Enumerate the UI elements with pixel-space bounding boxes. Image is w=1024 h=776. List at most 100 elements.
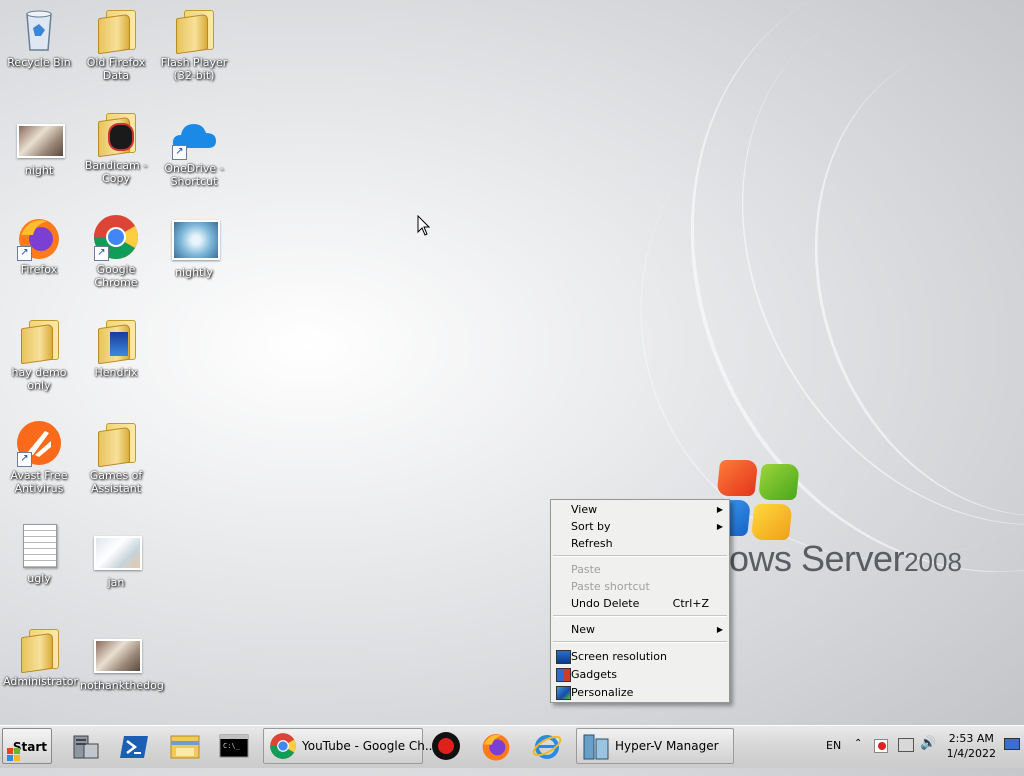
desktop-icon-administrator[interactable]: Administrator	[1, 625, 78, 688]
branding-text: ows Server	[729, 538, 905, 579]
desktop-icon-recycle-bin[interactable]: Recycle Bin	[1, 6, 77, 69]
desktop-icon-nightly[interactable]: nightly	[156, 216, 232, 279]
folder-icon	[92, 6, 140, 55]
desktop-icon-firefox[interactable]: ↗ Firefox	[1, 213, 77, 276]
taskbar-command-prompt[interactable]: C:\_	[218, 728, 254, 764]
desktop-icon-label: Old Firefox Data	[86, 56, 146, 82]
menu-item-label: Paste	[571, 563, 601, 576]
gadgets-icon	[556, 668, 571, 682]
submenu-arrow-icon: ▶	[716, 505, 723, 514]
powershell-icon	[120, 736, 148, 758]
menu-item-label: Sort by	[571, 520, 611, 533]
network-icon[interactable]	[898, 738, 914, 752]
chrome-icon	[270, 733, 296, 759]
desktop-icon-label: Avast Free Antivirus	[10, 469, 68, 495]
taskbar-recorder[interactable]	[430, 728, 466, 764]
desktop-icon-label: Administrator	[3, 675, 78, 688]
desktop-icon-hay-demo-only[interactable]: hay demo only	[1, 316, 77, 392]
menu-item-personalize[interactable]: Personalize	[553, 684, 727, 701]
desktop-icon-label: nothankthedog	[80, 679, 164, 692]
menu-item-label: Refresh	[571, 537, 613, 550]
clock-time: 2:53 AM	[948, 732, 994, 745]
desktop-icon-ugly[interactable]: ugly	[1, 522, 77, 585]
menu-item-view[interactable]: View ▶	[553, 501, 727, 518]
desktop-icon-nothankthedog[interactable]: nothankthedog	[78, 629, 164, 692]
taskbar-hyper-v-manager[interactable]: Hyper-V Manager	[576, 728, 734, 764]
clock-date: 1/4/2022	[946, 747, 996, 760]
menu-item-label: Paste shortcut	[571, 580, 650, 593]
desktop-icon-night[interactable]: night	[1, 114, 77, 177]
taskbar-file-explorer[interactable]	[168, 728, 206, 764]
menu-item-refresh[interactable]: Refresh	[553, 535, 727, 552]
record-icon	[432, 732, 460, 760]
folder-icon	[92, 109, 140, 158]
menu-item-undo-delete[interactable]: Undo Delete Ctrl+Z	[553, 595, 727, 612]
menu-item-label: Undo Delete	[571, 597, 640, 610]
shortcut-arrow-icon: ↗	[94, 246, 109, 261]
desktop-icon-label: night	[24, 164, 54, 177]
taskbar-server-manager[interactable]	[70, 728, 106, 764]
image-file-icon	[92, 629, 142, 677]
desktop-icon-avast[interactable]: ↗ Avast Free Antivirus	[1, 419, 77, 495]
windows-flag-icon	[7, 740, 21, 761]
menu-item-screen-resolution[interactable]: Screen resolution	[553, 648, 727, 665]
desktop-icon-label: OneDrive - Shortcut	[164, 162, 224, 188]
menu-item-label: View	[571, 503, 598, 516]
menu-item-label: Gadgets	[571, 668, 618, 681]
image-file-icon	[15, 114, 65, 162]
language-indicator[interactable]: EN	[826, 739, 841, 752]
shortcut-arrow-icon: ↗	[17, 452, 32, 467]
menu-item-gadgets[interactable]: Gadgets	[553, 666, 727, 683]
folder-icon	[170, 6, 218, 55]
screen-resolution-icon	[556, 650, 571, 664]
clock[interactable]: 2:53 AM 1/4/2022	[947, 731, 996, 761]
menu-separator	[553, 555, 727, 557]
folder-icon	[15, 316, 63, 365]
start-button[interactable]: Start	[2, 728, 52, 764]
desktop-icon-google-chrome[interactable]: ↗ Google Chrome	[78, 213, 154, 289]
taskbar-internet-explorer[interactable]	[531, 728, 567, 764]
desktop-icon-jan[interactable]: jan	[78, 526, 154, 589]
system-tray: EN ⌃ 🔊 2:53 AM 1/4/2022	[826, 726, 1024, 768]
text-document-icon	[15, 522, 63, 570]
mouse-pointer-icon	[417, 214, 431, 240]
action-center-icon[interactable]	[874, 739, 888, 753]
show-desktop-icon[interactable]	[1004, 738, 1020, 750]
desktop-icon-label: Hendrix	[94, 366, 138, 379]
menu-item-paste-shortcut: Paste shortcut	[553, 578, 727, 595]
desktop-icon-bandicam-copy[interactable]: Bandicam - Copy	[78, 109, 154, 185]
volume-icon[interactable]: 🔊	[920, 736, 936, 751]
desktop-icon-flash-player[interactable]: Flash Player (32-bit)	[156, 6, 232, 82]
folder-icon	[15, 625, 63, 674]
nightly-icon	[170, 216, 220, 264]
desktop-icon-games-of-assistant[interactable]: Games of Assistant	[78, 419, 154, 495]
desktop-icon-hendrix[interactable]: Hendrix	[78, 316, 154, 379]
desktop-icon-label: Games of Assistant	[89, 469, 143, 495]
taskbar-button-label: YouTube - Google Ch...	[302, 739, 437, 753]
taskbar-chrome-youtube[interactable]: YouTube - Google Ch...	[263, 728, 436, 764]
desktop-icon-label: nightly	[175, 266, 213, 279]
desktop-icon-onedrive-shortcut[interactable]: ↗ OneDrive - Shortcut	[156, 112, 232, 188]
desktop-icon-label: Flash Player (32-bit)	[160, 56, 228, 82]
firefox-icon: ↗	[15, 213, 63, 261]
taskbar: Start C:\_ YouTube - Google Ch... Hyper-…	[0, 725, 1024, 768]
menu-separator	[553, 615, 727, 617]
submenu-arrow-icon: ▶	[716, 625, 723, 634]
command-prompt-icon: C:\_	[219, 734, 249, 758]
menu-item-new[interactable]: New ▶	[553, 621, 727, 638]
desktop-icon-label: Recycle Bin	[7, 56, 71, 69]
taskbar-firefox[interactable]	[480, 728, 516, 764]
submenu-arrow-icon: ▶	[716, 522, 723, 531]
show-hidden-icons-button[interactable]: ⌃	[854, 738, 862, 749]
branding-version: 2008	[904, 547, 962, 577]
avast-icon: ↗	[15, 419, 63, 467]
desktop-icon-old-firefox-data[interactable]: Old Firefox Data	[78, 6, 154, 82]
menu-item-label: New	[571, 623, 595, 636]
image-file-icon	[92, 526, 142, 574]
taskbar-powershell[interactable]	[118, 728, 154, 764]
desktop-icon-label: jan	[107, 576, 125, 589]
desktop-icon-label: ugly	[27, 572, 51, 585]
menu-item-sort-by[interactable]: Sort by ▶	[553, 518, 727, 535]
folder-icon	[92, 419, 140, 468]
desktop-icon-label: Bandicam - Copy	[84, 159, 148, 185]
